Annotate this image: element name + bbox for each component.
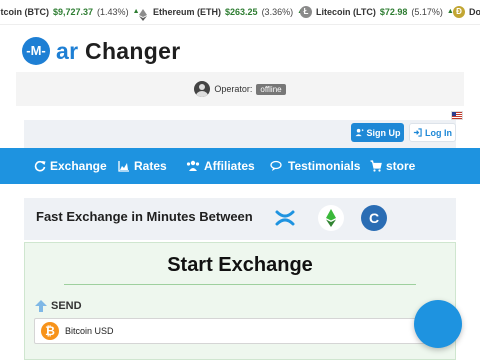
ticker-change: (5.17%) (411, 7, 443, 17)
nav-item-store[interactable]: store (370, 148, 415, 184)
ticker-item-btc[interactable]: itcoin (BTC) $9,727.37 (1.43%) ▲ (0, 0, 140, 24)
nav-item-affiliates[interactable]: Affiliates (186, 148, 255, 184)
nav-item-testimonials[interactable]: Testimonials (270, 148, 360, 184)
start-exchange-title: Start Exchange (167, 254, 313, 276)
nav-label: Exchange (50, 159, 107, 173)
send-currency-select[interactable]: ₿ Bitcoin USD (34, 318, 444, 344)
sign-up-button[interactable]: Sign Up (351, 123, 404, 142)
dogecoin-icon: Ð (453, 6, 465, 18)
log-in-button[interactable]: Log In (409, 123, 456, 142)
main-nav: Exchange Rates Affiliates Testimonials s… (0, 148, 480, 184)
refresh-icon (34, 160, 46, 172)
ticker-item-ltc[interactable]: Ł Litecoin (LTC) $72.98 (5.17%) ▲ (300, 0, 454, 24)
bitcoin-icon: ₿ (41, 322, 59, 340)
divider (64, 284, 416, 285)
logo-text-suffix: Changer (85, 37, 181, 64)
cart-icon (370, 160, 382, 172)
user-plus-icon (354, 128, 364, 137)
nav-label: Affiliates (204, 159, 255, 173)
logo-text-prefix: ar (56, 37, 79, 64)
ticker-price: $9,727.37 (53, 7, 94, 17)
ticker-price: $263.25 (225, 7, 258, 17)
selected-currency: Bitcoin USD (65, 326, 114, 336)
ethereum-classic-icon[interactable] (318, 205, 344, 231)
chart-icon (118, 161, 129, 172)
operator-status-bar: Operator: offline (16, 72, 464, 106)
operator-label: Operator: (214, 84, 253, 94)
c-coin-icon[interactable]: C (361, 205, 387, 231)
ticker-coin-name: Do (469, 7, 480, 17)
ticker-price: $72.98 (379, 7, 408, 17)
ticker-coin-name: Litecoin (LTC) (316, 7, 376, 17)
logo-badge: -M- (22, 37, 50, 65)
ticker-item-eth[interactable]: Ethereum (ETH) $263.25 (3.36%) ▲ (137, 0, 304, 24)
operator-status-badge: offline (256, 83, 286, 95)
ticker-change: (1.43%) (97, 7, 129, 17)
send-label-text: SEND (51, 300, 82, 312)
nav-label: Rates (134, 159, 167, 173)
litecoin-icon: Ł (300, 6, 312, 18)
nav-item-rates[interactable]: Rates (118, 148, 167, 184)
arrow-up-icon (35, 300, 47, 312)
fast-exchange-title: Fast Exchange in Minutes Between (36, 209, 253, 224)
nav-label: Testimonials (288, 159, 361, 173)
us-flag-icon[interactable] (451, 111, 463, 120)
ticker-coin-name: itcoin (BTC) (0, 7, 49, 17)
site-logo[interactable]: -M- ar Changer (22, 36, 180, 66)
ticker-coin-name: Ethereum (ETH) (153, 7, 222, 17)
xrp-icon[interactable] (272, 205, 298, 231)
log-in-label: Log In (425, 127, 452, 138)
operator-avatar-icon (194, 81, 211, 97)
ticker-item-doge[interactable]: Ð Do (453, 0, 480, 24)
ethereum-icon (137, 6, 149, 21)
users-icon (186, 160, 200, 171)
logo-text: ar Changer (56, 38, 180, 65)
send-section-label: SEND (34, 299, 82, 313)
price-ticker: itcoin (BTC) $9,727.37 (1.43%) ▲ Ethereu… (0, 0, 480, 25)
sign-in-icon (413, 128, 422, 137)
ticker-change: (3.36%) (261, 7, 294, 17)
comments-icon (270, 160, 282, 171)
nav-item-exchange[interactable]: Exchange (34, 148, 107, 184)
sign-up-label: Sign Up (366, 127, 401, 138)
chat-floating-button[interactable] (414, 300, 462, 348)
nav-label: store (386, 159, 416, 173)
